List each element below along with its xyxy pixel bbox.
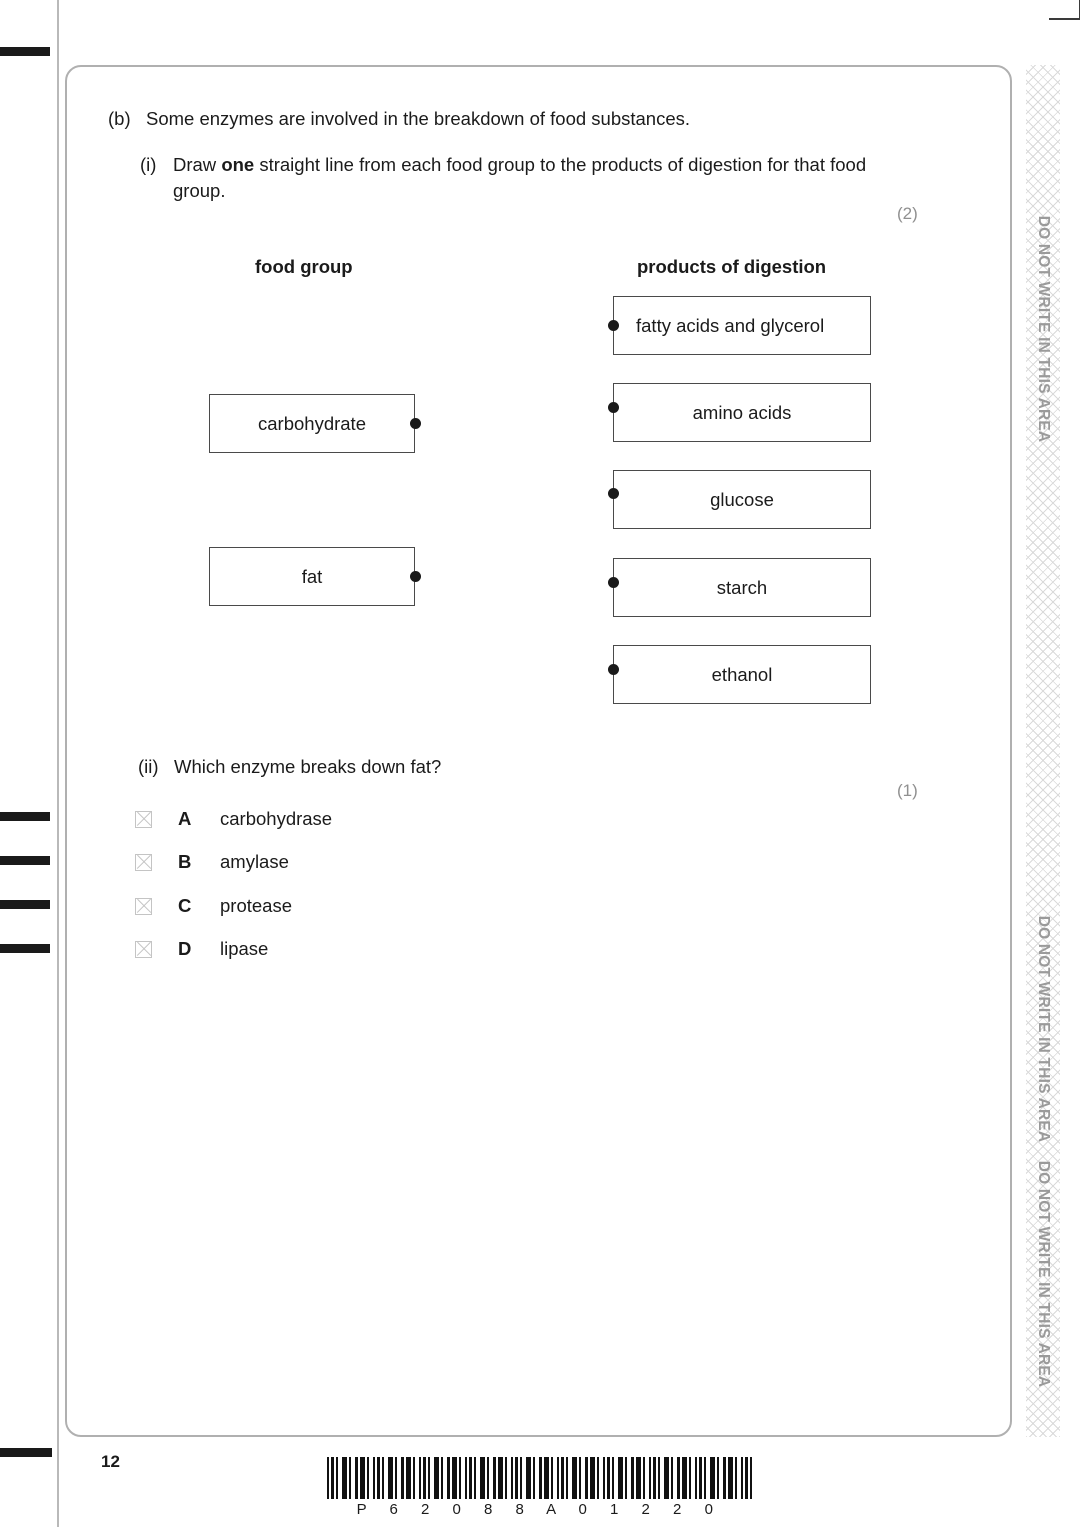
instruction-before: Draw <box>173 154 222 175</box>
do-not-write-sidebar: DO NOT WRITE IN THIS AREA DO NOT WRITE I… <box>1026 65 1060 1437</box>
mcq-text-b: amylase <box>220 851 289 872</box>
food-group-label-carbohydrate: carbohydrate <box>258 412 366 434</box>
connector-dot-carbohydrate[interactable] <box>410 418 421 429</box>
do-not-write-notice-2: DO NOT WRITE IN THIS AREA <box>1035 915 1052 1143</box>
connector-dot-starch[interactable] <box>608 577 619 588</box>
connector-dot-glucose[interactable] <box>608 488 619 499</box>
registration-mark-bottom <box>0 1448 52 1457</box>
connector-dot-amino-acids[interactable] <box>608 402 619 413</box>
mcq-text-d: lipase <box>220 938 269 959</box>
registration-mark-3 <box>0 900 50 909</box>
registration-mark-2 <box>0 856 50 865</box>
part-b-label: (b) <box>108 108 131 129</box>
connector-dot-fat[interactable] <box>410 571 421 582</box>
do-not-write-notice-1: DO NOT WRITE IN THIS AREA <box>1035 215 1052 443</box>
barcode-bars <box>327 1457 752 1499</box>
product-box-fatty-acids-and-glycerol[interactable]: fatty acids and glycerol <box>613 296 871 355</box>
registration-mark-1 <box>0 812 50 821</box>
product-label-ethanol: ethanol <box>711 663 773 685</box>
mcq-letter-c: C <box>178 895 192 916</box>
mcq-text-a: carbohydrase <box>220 808 333 829</box>
product-label-fatty-acids-and-glycerol: fatty acids and glycerol <box>636 314 825 336</box>
checkbox-icon-b[interactable] <box>135 853 152 871</box>
exam-page: DO NOT WRITE IN THIS AREA DO NOT WRITE I… <box>0 0 1080 1527</box>
instruction-emphasis: one <box>221 154 255 175</box>
product-box-amino-acids[interactable]: amino acids <box>613 383 871 442</box>
part-b-ii-text: Which enzyme breaks down fat? <box>174 756 442 777</box>
content-frame <box>65 65 1012 1437</box>
barcode: P 6 2 0 8 8 A 0 1 2 2 0 <box>327 1457 752 1518</box>
barcode-text: P 6 2 0 8 8 A 0 1 2 2 0 <box>356 1501 723 1518</box>
checkbox-icon-d[interactable] <box>135 940 152 958</box>
registration-mark-top <box>0 47 50 56</box>
page-number: 12 <box>101 1452 120 1471</box>
mcq-option-a[interactable]: A carbohydrase <box>135 808 332 830</box>
mcq-option-c[interactable]: C protease <box>135 895 292 917</box>
product-box-starch[interactable]: starch <box>613 558 871 617</box>
marks-allocation-i: (2) <box>897 204 918 223</box>
question-b-ii: (ii) Which enzyme breaks down fat? <box>138 756 441 778</box>
food-group-box-fat[interactable]: fat <box>209 547 415 606</box>
product-box-glucose[interactable]: glucose <box>613 470 871 529</box>
instruction-after: straight line from each food group to th… <box>173 154 867 201</box>
checkbox-icon-a[interactable] <box>135 810 152 828</box>
checkbox-icon-c[interactable] <box>135 897 152 915</box>
product-label-glucose: glucose <box>710 488 774 510</box>
marks-allocation-ii: (1) <box>897 781 918 800</box>
part-b-i-label: (i) <box>140 154 157 175</box>
question-b-i: (i) Draw one straight line from each food… <box>140 152 900 204</box>
registration-mark-4 <box>0 944 50 953</box>
column-heading-food-group: food group <box>255 256 353 277</box>
question-part-b: (b) Some enzymes are involved in the brea… <box>108 108 690 130</box>
mcq-option-d[interactable]: D lipase <box>135 938 268 960</box>
product-box-ethanol[interactable]: ethanol <box>613 645 871 704</box>
connector-dot-ethanol[interactable] <box>608 664 619 675</box>
corner-crop-mark <box>1049 0 1080 20</box>
mcq-letter-b: B <box>178 851 192 872</box>
left-trim-line <box>57 0 59 1527</box>
food-group-box-carbohydrate[interactable]: carbohydrate <box>209 394 415 453</box>
product-label-starch: starch <box>716 576 768 598</box>
food-group-label-fat: fat <box>301 565 323 587</box>
part-b-text: Some enzymes are involved in the breakdo… <box>146 108 691 129</box>
connector-dot-fatty-acids-and-glycerol[interactable] <box>608 320 619 331</box>
mcq-letter-d: D <box>178 938 192 959</box>
do-not-write-notice-3: DO NOT WRITE IN THIS AREA <box>1035 1160 1052 1388</box>
mcq-letter-a: A <box>178 808 192 829</box>
product-label-amino-acids: amino acids <box>692 401 792 423</box>
part-b-ii-label: (ii) <box>138 756 159 777</box>
mcq-text-c: protease <box>220 895 292 916</box>
column-heading-products: products of digestion <box>637 256 827 277</box>
part-b-i-text: Draw one straight line from each food gr… <box>173 152 878 204</box>
mcq-option-b[interactable]: B amylase <box>135 851 289 873</box>
